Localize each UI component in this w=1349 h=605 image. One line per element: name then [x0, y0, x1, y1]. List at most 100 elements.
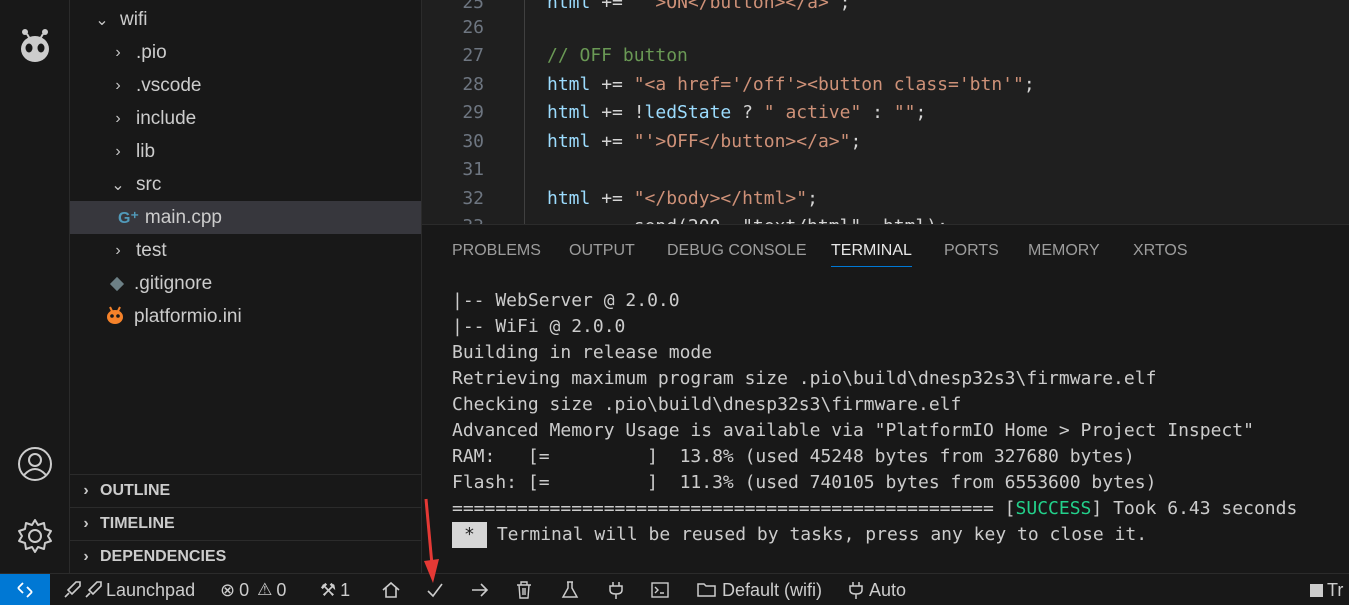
- code-line: 26: [422, 13, 484, 42]
- tree-folder-include[interactable]: › include: [70, 102, 421, 135]
- pio-test-button[interactable]: [560, 574, 580, 605]
- terminal-line: Retrieving maximum program size .pio\bui…: [452, 368, 1157, 389]
- launchpad-button[interactable]: Launchpad: [62, 574, 195, 605]
- tree-file-gitignore[interactable]: .gitignore: [70, 267, 421, 300]
- code-line: 30 html += "'>OFF</button></a>";: [422, 127, 861, 156]
- section-timeline[interactable]: › TIMELINE: [70, 507, 421, 540]
- annotation-arrow-icon: [424, 498, 439, 583]
- explorer-sidebar: ⌄ wifi › .pio › .vscode › include › lib …: [70, 0, 422, 573]
- tree-folder-lib[interactable]: › lib: [70, 135, 421, 168]
- tab-xrtos[interactable]: XRTOS: [1133, 242, 1188, 260]
- tools-indicator[interactable]: ⚒ 1: [320, 574, 350, 605]
- tree-folder-src[interactable]: ⌄ src: [70, 168, 421, 201]
- port-label: Auto: [869, 579, 907, 600]
- terminal-line: |-- WiFi @ 2.0.0: [452, 316, 626, 337]
- code-editor[interactable]: 25 html += "'>ON</button></a>"; 26 27 //…: [422, 0, 1349, 224]
- settings-gear-icon[interactable]: [15, 516, 55, 556]
- tab-memory[interactable]: MEMORY: [1028, 242, 1100, 260]
- tab-output[interactable]: OUTPUT: [569, 242, 635, 260]
- tree-label: test: [136, 239, 167, 261]
- activity-bar: [0, 0, 70, 573]
- cpp-file-icon: G⁺: [118, 209, 139, 227]
- tab-debug-console[interactable]: DEBUG CONSOLE: [667, 242, 807, 260]
- pio-port-selector[interactable]: Auto: [847, 574, 906, 605]
- error-count: 0: [239, 579, 250, 600]
- tab-problems[interactable]: PROBLEMS: [452, 242, 541, 260]
- tree-label: wifi: [120, 8, 148, 30]
- status-right-label: Tr: [1327, 579, 1344, 600]
- code-line: 31: [422, 155, 484, 184]
- env-label: Default (wifi): [722, 579, 823, 600]
- plug-icon: [609, 582, 623, 599]
- line-number: 25: [462, 0, 484, 13]
- line-number: 33: [422, 216, 484, 224]
- chevron-right-icon: ›: [115, 43, 121, 61]
- problems-indicator[interactable]: ⊗ 0 ⚠ 0: [220, 574, 286, 605]
- arrow-right-icon: [472, 583, 489, 597]
- tab-ports[interactable]: PORTS: [944, 242, 999, 260]
- terminal-line: Building in release mode: [452, 342, 713, 363]
- terminal-line: Advanced Memory Usage is available via "…: [452, 420, 1254, 441]
- line-number: 30: [462, 131, 484, 152]
- warning-count: 0: [276, 579, 287, 600]
- terminal-line: Checking size .pio\build\dnesp32s3\firmw…: [452, 394, 962, 415]
- pio-home-button[interactable]: [381, 574, 401, 605]
- indent-guide: [524, 0, 525, 224]
- pio-env-selector[interactable]: Default (wifi): [696, 574, 822, 605]
- terminal-reuse-line: * Terminal will be reused by tasks, press…: [452, 522, 1147, 548]
- terminal-line: RAM: [= ] 13.8% (used 45248 bytes from 3…: [452, 446, 1135, 467]
- accounts-icon[interactable]: [15, 444, 55, 484]
- tools-count: 1: [340, 579, 351, 600]
- bottom-panel: PROBLEMS OUTPUT DEBUG CONSOLE TERMINAL P…: [422, 224, 1349, 573]
- home-icon: [382, 581, 400, 598]
- trash-icon: [517, 581, 531, 599]
- line-number: 28: [462, 74, 484, 95]
- section-label: TIMELINE: [100, 515, 175, 532]
- git-file-icon: [109, 276, 125, 291]
- tree-label: .pio: [136, 41, 167, 63]
- remote-indicator-button[interactable]: [0, 574, 50, 605]
- section-dependencies[interactable]: › DEPENDENCIES: [70, 540, 421, 573]
- tree-folder-test[interactable]: › test: [70, 234, 421, 267]
- tree-file-platformio-ini[interactable]: platformio.ini: [70, 300, 421, 333]
- section-outline[interactable]: › OUTLINE: [70, 474, 421, 507]
- pio-serial-monitor-button[interactable]: [606, 574, 626, 605]
- section-label: OUTLINE: [100, 482, 171, 499]
- line-number: 27: [462, 45, 484, 66]
- success-label: SUCCESS: [1015, 498, 1092, 519]
- chevron-down-icon: ⌄: [95, 11, 109, 29]
- panel-tabs: PROBLEMS OUTPUT DEBUG CONSOLE TERMINAL P…: [422, 225, 1349, 277]
- launchpad-label: Launchpad: [106, 579, 196, 600]
- line-number: 32: [462, 188, 484, 209]
- tree-label: include: [136, 107, 197, 129]
- pio-terminal-button[interactable]: [650, 574, 670, 605]
- tree-folder-pio[interactable]: › .pio: [70, 36, 421, 69]
- tree-file-main-cpp[interactable]: G⁺ main.cpp: [70, 201, 421, 234]
- tree-folder-wifi[interactable]: ⌄ wifi: [70, 3, 421, 36]
- flask-icon: [561, 581, 579, 598]
- tree-label: src: [136, 173, 162, 195]
- chevron-right-icon: ›: [83, 515, 89, 532]
- section-label: DEPENDENCIES: [100, 548, 227, 565]
- square-icon: [1310, 583, 1323, 597]
- pio-clean-button[interactable]: [514, 574, 534, 605]
- line-number: 26: [462, 17, 484, 38]
- platformio-file-icon: [106, 304, 124, 330]
- folder-icon: [697, 583, 716, 597]
- tree-label: platformio.ini: [134, 305, 242, 327]
- chevron-right-icon: ›: [115, 241, 121, 259]
- terminal-line: |-- WebServer @ 2.0.0: [452, 290, 680, 311]
- tab-terminal[interactable]: TERMINAL: [831, 242, 912, 267]
- terminal-success-line: ========================================…: [452, 498, 1298, 519]
- chevron-right-icon: ›: [115, 142, 121, 160]
- terminal-line: Flash: [= ] 11.3% (used 740105 bytes fro…: [452, 472, 1157, 493]
- pio-upload-button[interactable]: [470, 574, 490, 605]
- tree-label: main.cpp: [144, 206, 222, 228]
- terminal-icon: [651, 582, 669, 598]
- code-line: 28 html += "<a href='/off'><button class…: [422, 70, 1034, 99]
- platformio-alien-icon[interactable]: [15, 26, 55, 66]
- chevron-down-icon: ⌄: [111, 176, 125, 194]
- tree-folder-vscode[interactable]: › .vscode: [70, 69, 421, 102]
- status-right-item[interactable]: Tr: [1310, 574, 1343, 605]
- tools-icon: ⚒: [320, 579, 337, 600]
